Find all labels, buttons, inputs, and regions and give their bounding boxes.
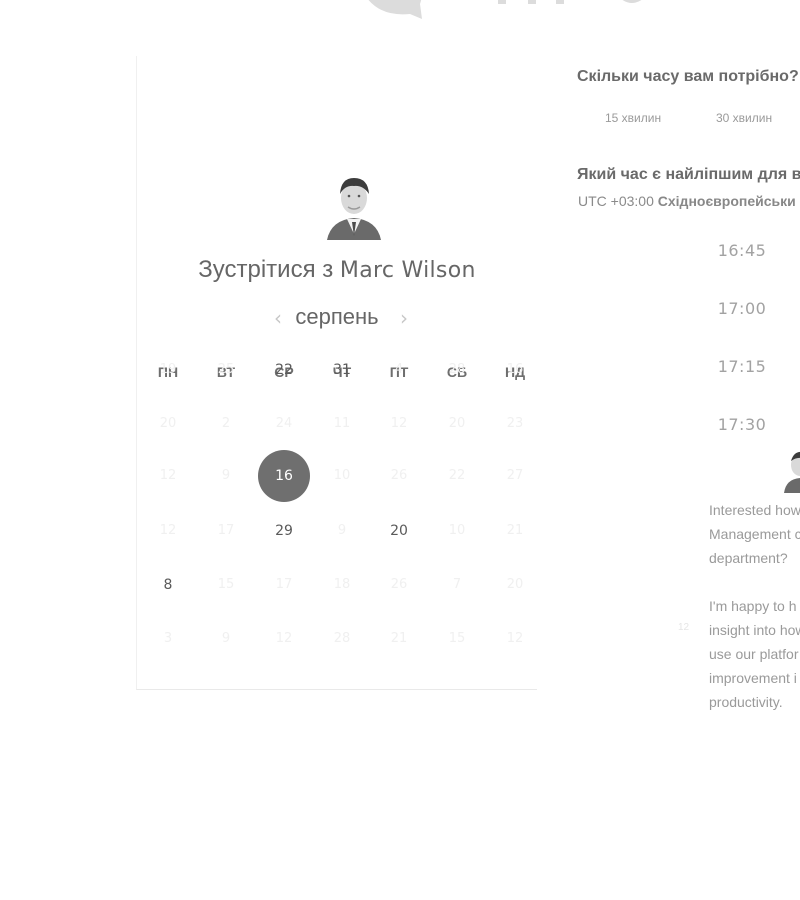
timezone-name: Східноєвропейськи <box>657 193 796 209</box>
duration-option-30[interactable]: 30 хвилин <box>716 111 772 125</box>
day-cell: 24 <box>275 416 293 431</box>
duration-question: Скільки часу вам потрібно? <box>577 68 799 85</box>
intro-line: Interested how <box>709 502 800 518</box>
day-cell: 26 <box>390 577 408 592</box>
day-cell: 2 <box>221 416 231 431</box>
day-cell: 17 <box>217 523 235 538</box>
day-cell: 10 <box>333 468 351 483</box>
day-cell: 21 <box>390 631 408 646</box>
day-cell[interactable]: 20 <box>373 505 425 557</box>
month-navigation: ‹ серпень › <box>137 302 537 334</box>
timezone-label[interactable]: UTC +03:00 Східноєвропейськи <box>578 193 796 209</box>
day-cell: 20 <box>506 577 524 592</box>
day-cell[interactable]: 22 <box>258 344 310 396</box>
day-cell: 23 <box>506 416 524 431</box>
intro-line: insight into how <box>709 622 800 638</box>
day-cell: 21 <box>506 523 524 538</box>
time-slot[interactable]: 17:15 <box>700 357 784 376</box>
day-cell: 9 <box>337 523 347 538</box>
intro-line: use our platfor <box>709 646 799 662</box>
logo-fragment <box>368 0 642 19</box>
month-label: серпень <box>295 304 379 329</box>
time-question: Який час є найліпшим для в <box>577 166 800 183</box>
day-cell[interactable]: 8 <box>142 559 194 611</box>
day-cell: 7 <box>452 577 462 592</box>
day-cell: 10 <box>448 523 466 538</box>
day-cell: 15 <box>217 577 235 592</box>
host-name: Marc Wilson <box>339 258 476 283</box>
day-cell: 18 <box>333 577 351 592</box>
time-slot[interactable]: 17:00 <box>700 299 784 318</box>
day-cell: 20 <box>448 416 466 431</box>
time-slot[interactable]: 16:45 <box>700 241 784 260</box>
next-month-button[interactable]: › <box>395 306 413 330</box>
day-cell: 22 <box>448 468 466 483</box>
day-cell: 28 <box>448 362 466 377</box>
day-cell: 12 <box>390 416 408 431</box>
day-cell: 12 <box>275 631 293 646</box>
day-cell: 25 <box>217 362 235 377</box>
day-cell: 16 <box>506 362 524 377</box>
day-cell: 9 <box>221 631 231 646</box>
intro-line: productivity. <box>709 694 783 710</box>
host-intro: Interested how Management c department? … <box>709 498 800 714</box>
day-cell: 12 <box>159 523 177 538</box>
day-cell: 4 <box>394 362 404 377</box>
intro-line: improvement i <box>709 670 797 686</box>
duration-option-15[interactable]: 15 хвилин <box>605 111 661 125</box>
day-cell: 12 <box>506 631 524 646</box>
day-cell: 11 <box>333 416 351 431</box>
faint-mark: 12 <box>678 622 690 633</box>
meet-prefix: Зустрітися з <box>198 256 334 283</box>
day-cell: 3 <box>163 631 173 646</box>
host-avatar-small <box>784 451 800 493</box>
day-cell: 20 <box>159 416 177 431</box>
meeting-title: Зустрітися з Marc Wilson <box>137 256 537 284</box>
day-cell: 9 <box>221 468 231 483</box>
day-cell: 15 <box>448 631 466 646</box>
intro-line: department? <box>709 550 788 566</box>
day-cell: 27 <box>506 468 524 483</box>
intro-line: I'm happy to h <box>709 598 797 614</box>
calendar-panel: Зустрітися з Marc Wilson ‹ серпень › ПН В… <box>136 56 537 690</box>
day-cell: 12 <box>159 468 177 483</box>
timezone-offset: UTC +03:00 <box>578 193 654 209</box>
day-cell[interactable]: 31 <box>316 344 368 396</box>
day-cell-selected[interactable]: 16 <box>258 450 310 502</box>
intro-line: Management c <box>709 526 800 542</box>
day-cell: 17 <box>275 577 293 592</box>
day-cell: 28 <box>333 631 351 646</box>
time-slot[interactable]: 17:30 <box>700 415 784 434</box>
host-avatar <box>327 178 381 240</box>
day-cell: 26 <box>390 468 408 483</box>
day-cell[interactable]: 29 <box>258 505 310 557</box>
day-cell: 19 <box>159 362 177 377</box>
